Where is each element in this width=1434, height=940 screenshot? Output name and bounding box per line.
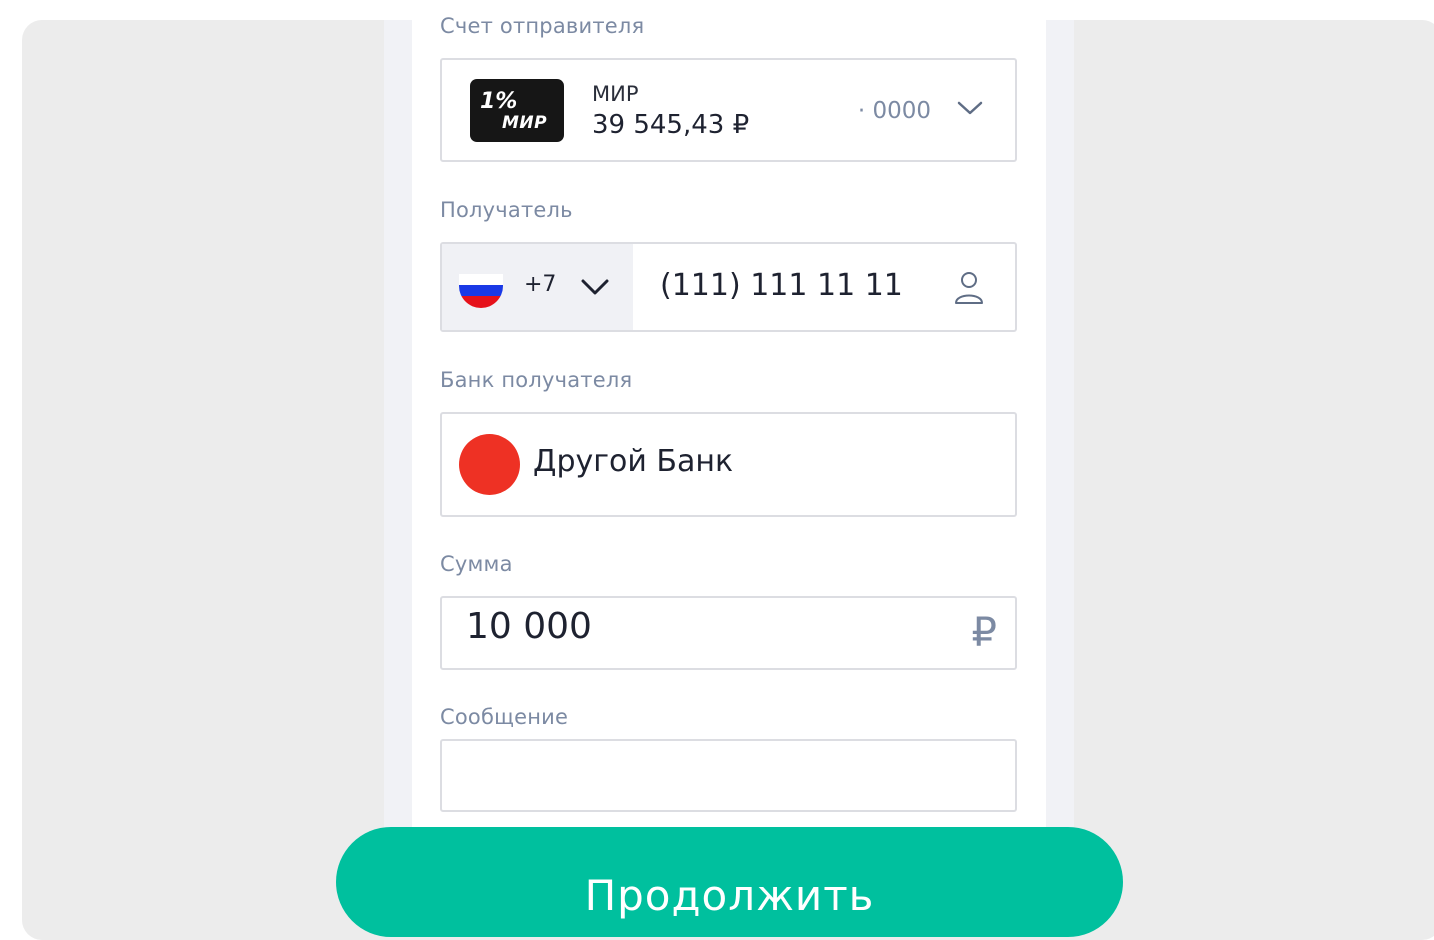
chevron-down-icon: [581, 278, 609, 300]
continue-button[interactable]: Продолжить: [336, 827, 1123, 937]
amount-label: Сумма: [440, 552, 513, 576]
account-number: · 0000: [857, 98, 931, 124]
account-balance: 39 545,43 ₽: [592, 110, 750, 140]
message-input[interactable]: [440, 739, 1017, 812]
amount-field[interactable]: 10 000 ₽: [440, 596, 1017, 670]
card-logo-mir: МИР: [502, 113, 548, 133]
sender-account-select[interactable]: 1% МИР МИР 39 545,43 ₽ · 0000: [440, 58, 1017, 162]
bank-name: Другой Банк: [533, 444, 734, 479]
sender-account-label: Счет отправителя: [440, 14, 645, 38]
country-code-select[interactable]: +7: [442, 244, 633, 330]
phone-input[interactable]: (111) 111 11 11: [660, 268, 903, 303]
card-logo-percent: 1%: [480, 89, 518, 114]
message-label: Сообщение: [440, 705, 569, 729]
person-icon[interactable]: [953, 270, 985, 310]
chevron-down-icon[interactable]: [957, 100, 983, 120]
account-name: МИР: [592, 82, 639, 106]
ru-flag-icon: [459, 274, 503, 308]
amount-input[interactable]: 10 000: [466, 606, 592, 647]
bank-logo: [459, 434, 520, 495]
recipient-phone-field: +7 (111) 111 11 11: [440, 242, 1017, 332]
ruble-icon: ₽: [971, 610, 997, 656]
recipient-label: Получатель: [440, 198, 573, 222]
recipient-bank-label: Банк получателя: [440, 368, 633, 392]
recipient-bank-select[interactable]: Другой Банк: [440, 412, 1017, 517]
mir-card-logo: 1% МИР: [470, 79, 564, 142]
country-code: +7: [524, 272, 557, 297]
